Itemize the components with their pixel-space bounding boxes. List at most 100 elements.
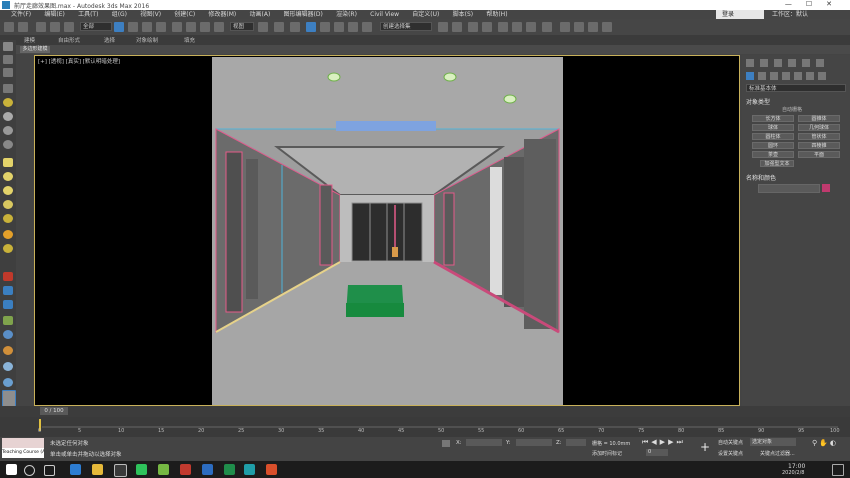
edit-named-selection-icon[interactable] [362,22,372,32]
torus-button[interactable]: 圆环 [752,142,794,149]
selection-filter-dropdown[interactable]: 全部 [80,22,112,31]
maxscript-listener-pink[interactable] [2,438,44,448]
shapes-icon[interactable] [758,72,766,80]
particle-icon[interactable] [3,316,13,325]
cameras-icon[interactable] [782,72,790,80]
menu-animation[interactable]: 动画(A) [250,10,271,19]
task-view-icon[interactable] [44,465,55,476]
spacewarp-icon[interactable] [3,140,13,149]
geosphere-button[interactable]: 几何球体 [798,124,840,131]
menu-file[interactable]: 文件(F) [11,10,31,19]
mirror-icon[interactable] [438,22,448,32]
modify-icon[interactable] [3,55,13,64]
render-production-icon[interactable] [588,22,598,32]
region-select-icon[interactable] [142,22,152,32]
select-region-icon[interactable] [3,286,13,295]
render-setup-icon[interactable] [560,22,570,32]
file-explorer-icon[interactable] [92,464,103,475]
box-icon[interactable] [3,158,13,167]
track-bar[interactable]: 0 5 10 15 20 25 30 35 40 45 50 55 60 65 … [0,417,850,437]
object-category-dropdown[interactable]: 标准基本体 [746,84,846,92]
select-object-icon[interactable] [114,22,124,32]
menu-create[interactable]: 创建(C) [174,10,195,19]
menu-customize[interactable]: 自定义(U) [412,10,439,19]
render-teapot-icon[interactable] [3,330,13,339]
scale-icon[interactable] [200,22,210,32]
acrobat-icon[interactable] [180,464,191,475]
motion-icon[interactable] [3,84,13,93]
sphere-icon[interactable] [3,172,13,181]
material-editor-icon[interactable] [542,22,552,32]
undo-icon[interactable] [4,22,14,32]
rotate-icon[interactable] [186,22,196,32]
grid-icon[interactable] [3,378,13,387]
selected-set-dropdown[interactable]: 选定对象 [750,438,796,446]
lock-selection-icon[interactable] [442,440,450,447]
menu-scripting[interactable]: 脚本(S) [453,10,474,19]
window-crossing-icon[interactable] [156,22,166,32]
workspace-selector[interactable]: 工作区：默认 [772,10,808,19]
polygon-modeling-chip[interactable]: 多边形建模 [20,46,50,53]
menu-edit[interactable]: 编辑(E) [44,10,64,19]
playback-controls-icon[interactable]: ⏮◀▶▶⏭ [642,438,686,447]
edge-browser-icon[interactable] [70,464,81,475]
x-coordinate-field[interactable] [466,439,502,446]
cone-button[interactable]: 圆锥体 [798,115,840,122]
lights-icon[interactable] [770,72,778,80]
align-icon[interactable] [452,22,462,32]
add-time-tag-button[interactable]: 添加时间标记 [592,450,622,457]
hierarchy-icon[interactable] [3,68,13,77]
hierarchy-tab-icon[interactable] [774,59,782,67]
z-coordinate-field[interactable] [566,439,586,446]
tube-button[interactable]: 管状体 [798,133,840,140]
torus-icon[interactable] [3,200,13,209]
object-color-swatch[interactable] [822,184,830,192]
helpers-icon[interactable] [794,72,802,80]
reference-coordinate-dropdown[interactable]: 视图 [230,22,254,31]
viewport-label[interactable]: [+] [透视] [真实] [默认明暗处理] [38,57,120,65]
menu-views[interactable]: 视图(V) [140,10,161,19]
menu-help[interactable]: 帮助(H) [486,10,507,19]
move-icon[interactable] [172,22,182,32]
search-icon[interactable] [24,465,35,476]
spinner-snap-icon[interactable] [348,22,358,32]
autogrid-checkbox[interactable]: 自动栅格 [782,106,802,113]
cylinder-icon[interactable] [3,186,13,195]
teapot-button[interactable]: 茶壶 [752,151,794,158]
menu-civil-view[interactable]: Civil View [370,10,399,19]
helper-icon[interactable] [3,126,13,135]
light-icon[interactable] [3,98,13,107]
time-slider-thumb[interactable]: 0 / 100 [40,407,68,415]
redo-icon[interactable] [18,22,28,32]
word-icon[interactable] [202,464,213,475]
green-app-icon[interactable] [158,464,169,475]
layer-manager-icon[interactable] [468,22,478,32]
sign-in-dropdown[interactable]: 登录 [716,10,764,19]
text-plus-button[interactable]: 加强型文本 [760,160,794,167]
curve-editor-icon[interactable] [512,22,522,32]
notification-icon[interactable] [832,464,844,476]
y-coordinate-field[interactable] [516,439,552,446]
rollout-object-type[interactable]: 对象类型 [746,97,770,106]
ribbon-tab-object-paint[interactable]: 对象绘制 [136,36,158,44]
maxscript-listener-white[interactable]: Teaching Course (A) [2,448,44,458]
camera-icon[interactable] [3,112,13,121]
time-slider[interactable]: 0 / 100 [0,406,850,417]
transform-icon[interactable] [3,300,13,309]
current-frame-field[interactable]: 0 [646,449,668,456]
cylinder-button[interactable]: 圆柱体 [752,133,794,140]
pivot-center-icon[interactable] [258,22,268,32]
add-key-icon[interactable]: + [700,441,712,453]
wechat-icon[interactable] [136,464,147,475]
ribbon-toggle-icon[interactable] [498,22,508,32]
capture-app-icon[interactable] [266,464,277,475]
ribbon-tab-populate[interactable]: 填充 [184,36,195,44]
plane-button[interactable]: 平面 [798,151,840,158]
pyramid-button[interactable]: 四棱锥 [798,142,840,149]
corridor-render[interactable] [212,57,563,405]
create-icon[interactable] [3,42,13,51]
geosphere-icon[interactable] [3,244,13,253]
camtasia-icon[interactable] [224,464,235,475]
menu-group[interactable]: 组(G) [112,10,127,19]
viewport-nav-icons[interactable]: ⚲✋◐ [812,439,838,447]
